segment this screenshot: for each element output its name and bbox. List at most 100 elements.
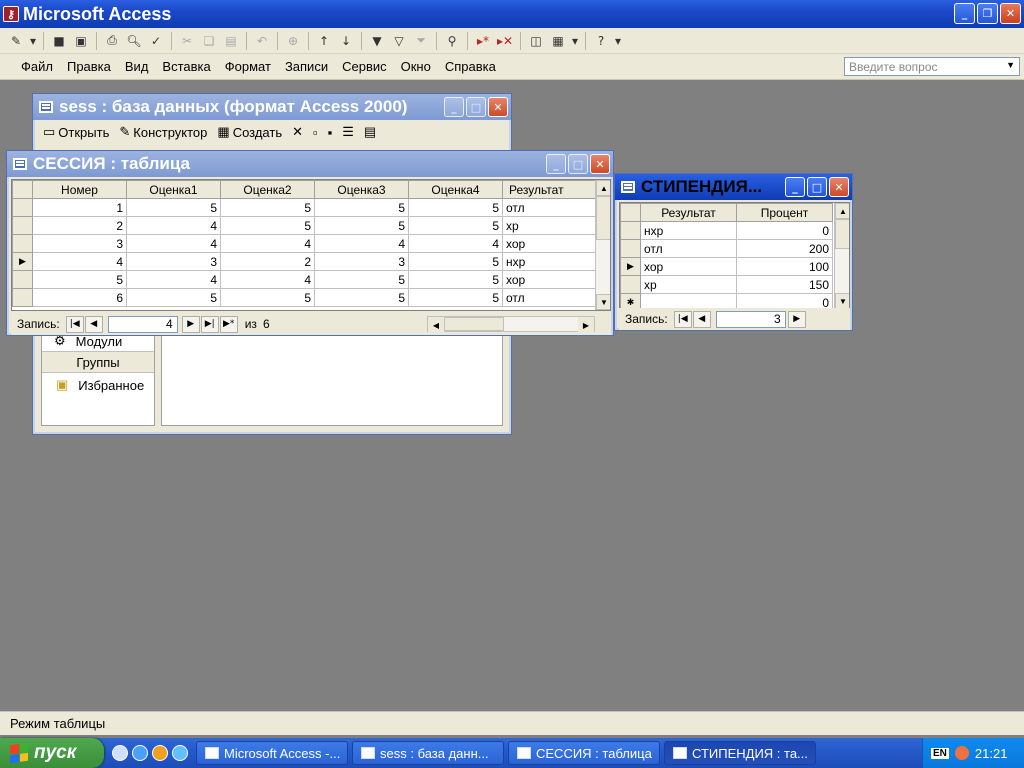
paste-icon[interactable]: ▤	[221, 31, 241, 51]
media-player-icon[interactable]	[152, 745, 168, 761]
session-maximize-button[interactable]: □	[568, 154, 588, 174]
session-minimize-button[interactable]: _	[546, 154, 566, 174]
table-cell[interactable]: 200	[736, 239, 833, 258]
table-cell[interactable]: 5	[126, 288, 221, 307]
new-record-icon[interactable]: ▸*	[473, 31, 493, 51]
table-cell[interactable]: отл	[502, 288, 597, 307]
stipend-vertical-scrollbar[interactable]: ▲ ▼	[834, 203, 849, 309]
tray-arrow-icon[interactable]	[954, 746, 969, 760]
groups-header[interactable]: Группы	[42, 351, 154, 373]
row-selector[interactable]	[12, 288, 33, 307]
table-cell[interactable]: 2	[32, 216, 127, 235]
column-header[interactable]: Результат	[640, 203, 737, 222]
table-cell[interactable]: хор	[502, 234, 597, 253]
browser-icon[interactable]	[172, 745, 188, 761]
row-selector[interactable]	[12, 270, 33, 289]
db-maximize-button[interactable]: □	[466, 97, 486, 117]
hscroll-thumb[interactable]	[444, 317, 504, 331]
help-icon[interactable]: ?	[591, 31, 611, 51]
hyperlink-icon[interactable]: ⊕	[283, 31, 303, 51]
scroll-right-icon[interactable]: ▶	[578, 317, 594, 333]
current-record-indicator-icon[interactable]: ▶	[12, 252, 33, 271]
table-cell[interactable]: 5	[220, 198, 315, 217]
table-cell[interactable]: 4	[220, 234, 315, 253]
dropdown-arrow-icon[interactable]: ▾	[570, 31, 580, 51]
table-cell[interactable]: 5	[408, 270, 503, 289]
table-row[interactable]: 3 4 4 4 4 хор	[12, 234, 597, 253]
table-cell[interactable]: нхр	[502, 252, 597, 271]
menu-window[interactable]: Окно	[394, 59, 438, 74]
table-cell[interactable]: 5	[408, 288, 503, 307]
record-number-input[interactable]: 3	[715, 310, 786, 328]
table-cell[interactable]: 5	[408, 198, 503, 217]
table-cell[interactable]: 1	[32, 198, 127, 217]
details-view-icon[interactable]: ▤	[360, 124, 380, 140]
table-row[interactable]: отл 200	[620, 239, 833, 258]
stipend-table-title-bar[interactable]: СТИПЕНДИЯ... _ □ ✕	[615, 174, 852, 200]
session-vertical-scrollbar[interactable]: ▲ ▼	[595, 180, 610, 310]
table-row[interactable]: хр 150	[620, 275, 833, 294]
table-cell[interactable]: 5	[408, 216, 503, 235]
stipend-close-button[interactable]: ✕	[829, 177, 849, 197]
first-record-icon[interactable]: |◀	[65, 315, 84, 333]
app-restore-button[interactable]: ❐	[977, 3, 998, 24]
table-cell[interactable]: 4	[126, 234, 221, 253]
desktop-icon[interactable]	[112, 745, 128, 761]
menu-format[interactable]: Формат	[218, 59, 278, 74]
find-icon[interactable]: ⚲	[442, 31, 462, 51]
column-header[interactable]: Процент	[736, 203, 833, 222]
menu-insert[interactable]: Вставка	[155, 59, 217, 74]
table-cell[interactable]: 3	[126, 252, 221, 271]
internet-explorer-icon[interactable]	[132, 745, 148, 761]
select-all-corner[interactable]	[620, 203, 641, 222]
table-cell[interactable]: нхр	[640, 221, 737, 240]
scroll-left-icon[interactable]: ◀	[428, 317, 444, 333]
select-all-corner[interactable]	[12, 180, 33, 199]
scroll-up-icon[interactable]: ▲	[835, 203, 849, 219]
table-cell[interactable]: 3	[32, 234, 127, 253]
table-cell[interactable]: 3	[314, 252, 409, 271]
row-selector[interactable]	[12, 234, 33, 253]
row-selector[interactable]	[620, 239, 641, 258]
db-close-button[interactable]: ✕	[488, 97, 508, 117]
menu-edit[interactable]: Правка	[60, 59, 118, 74]
table-cell[interactable]: 4	[408, 234, 503, 253]
create-button[interactable]: ▦ Создать	[213, 124, 286, 140]
table-cell[interactable]: 4	[126, 270, 221, 289]
record-number-input[interactable]: 4	[107, 315, 178, 333]
print-icon[interactable]: ⎙	[102, 31, 122, 51]
scroll-thumb[interactable]	[835, 219, 849, 249]
table-cell[interactable]: 5	[314, 216, 409, 235]
table-row[interactable]: нхр 0	[620, 221, 833, 240]
table-row[interactable]: 5 4 4 5 5 хор	[12, 270, 597, 289]
menu-tools[interactable]: Сервис	[335, 59, 394, 74]
apply-filter-icon[interactable]: ⏷	[411, 31, 431, 51]
column-header[interactable]: Результат	[502, 180, 597, 199]
table-row[interactable]: 1 5 5 5 5 отл	[12, 198, 597, 217]
table-cell[interactable]: 5	[32, 270, 127, 289]
current-record-indicator-icon[interactable]: ▶	[620, 257, 641, 276]
column-header[interactable]: Оценка4	[408, 180, 503, 199]
dropdown-arrow-icon[interactable]: ▾	[28, 31, 38, 51]
copy-icon[interactable]: ❏	[199, 31, 219, 51]
row-selector[interactable]	[620, 221, 641, 240]
menu-view[interactable]: Вид	[118, 59, 156, 74]
table-cell[interactable]: 100	[736, 257, 833, 276]
table-cell[interactable]: 5	[314, 198, 409, 217]
table-row[interactable]: ▶ 4 3 2 3 5 нхр	[12, 252, 597, 271]
filter-by-selection-icon[interactable]: ▼	[367, 31, 387, 51]
save-icon[interactable]: ■	[49, 31, 69, 51]
menu-file[interactable]: Файл	[14, 59, 60, 74]
first-record-icon[interactable]: |◀	[673, 310, 692, 328]
table-cell[interactable]: 4	[314, 234, 409, 253]
large-icons-view-icon[interactable]: ▫	[309, 125, 322, 140]
task-session-table[interactable]: СЕССИЯ : таблица	[508, 741, 660, 765]
design-button[interactable]: ✎ Конструктор	[115, 124, 211, 140]
table-cell[interactable]: отл	[640, 239, 737, 258]
open-button[interactable]: ▭ Открыть	[39, 124, 113, 140]
next-record-icon[interactable]: ▶	[787, 310, 806, 328]
scroll-down-icon[interactable]: ▼	[596, 294, 610, 310]
design-view-icon[interactable]: ✎	[6, 31, 26, 51]
scroll-thumb[interactable]	[596, 196, 610, 240]
row-selector[interactable]	[12, 198, 33, 217]
